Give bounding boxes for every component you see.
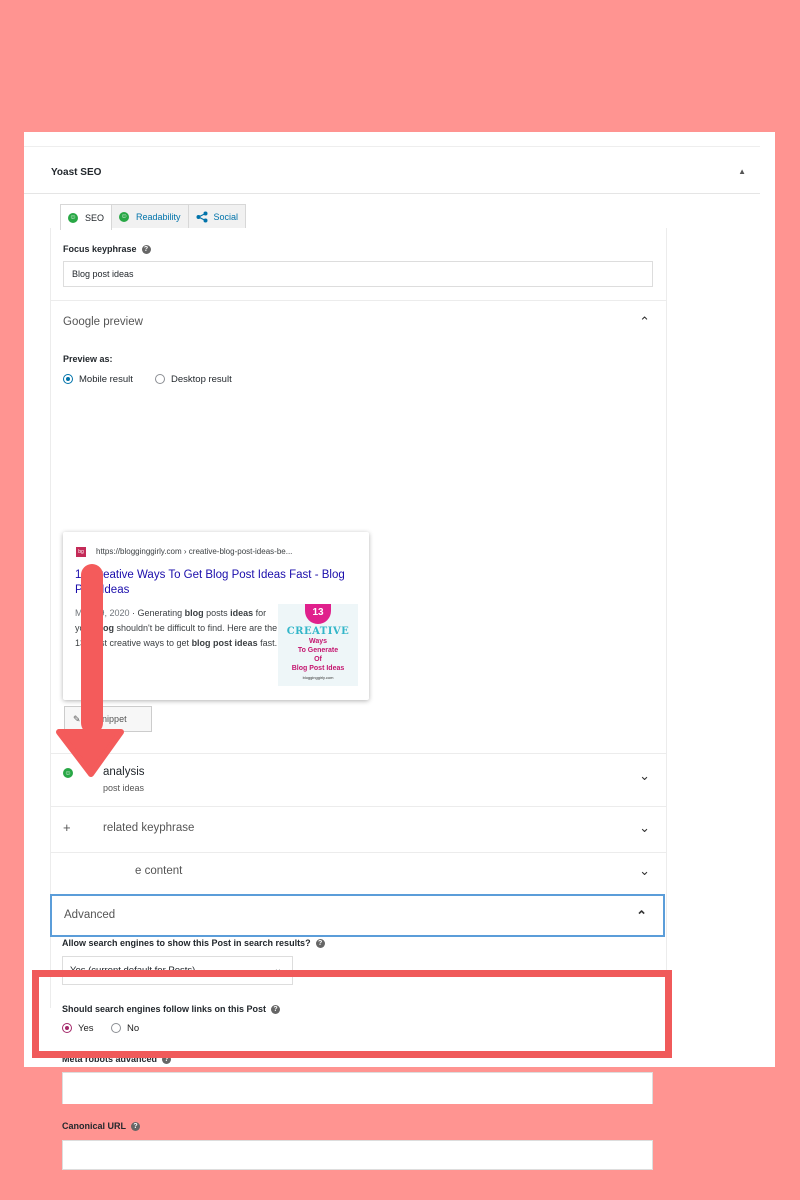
focus-keyphrase-input[interactable]: Blog post ideas: [63, 261, 653, 287]
advanced-title: Advanced: [64, 909, 116, 921]
collapse-caret-icon[interactable]: ▲: [738, 167, 746, 176]
canonical-url-label: Canonical URL?: [62, 1121, 141, 1132]
radio-selected-icon[interactable]: [63, 374, 73, 385]
radio-unselected-icon[interactable]: [155, 374, 165, 385]
desktop-result-option[interactable]: Desktop result: [155, 374, 232, 385]
tab-readability[interactable]: ☺ Readability: [111, 204, 189, 228]
canonical-highlight-box: [32, 970, 672, 1058]
yoast-header[interactable]: Yoast SEO ▲: [24, 146, 760, 194]
help-icon[interactable]: ?: [131, 1122, 141, 1132]
tab-social[interactable]: Social: [187, 204, 247, 228]
chevron-down-icon[interactable]: ⌄: [639, 768, 650, 784]
seo-analysis-subtitle: post ideas: [103, 783, 145, 793]
tab-seo-label: SEO: [85, 212, 105, 223]
meta-robots-input[interactable]: [62, 1072, 653, 1104]
serp-thumbnail: 13 CREATIVE Ways To Generate Of Blog Pos…: [278, 604, 358, 686]
help-icon[interactable]: ?: [141, 245, 151, 255]
tab-bar: ☺ SEO ☺ Readability Social: [60, 204, 247, 230]
tab-social-label: Social: [213, 211, 239, 222]
chevron-down-icon[interactable]: ⌄: [639, 820, 650, 836]
annotation-arrow-icon: [56, 564, 124, 777]
allow-search-label: Allow search engines to show this Post i…: [62, 938, 325, 949]
smiley-icon: ☺: [119, 211, 130, 222]
share-icon: [196, 211, 208, 222]
google-preview-title[interactable]: Google preview: [63, 316, 143, 328]
chevron-up-icon[interactable]: ⌃: [636, 908, 647, 924]
canonical-url-input[interactable]: [62, 1140, 653, 1170]
chevron-up-icon[interactable]: ⌃: [639, 314, 650, 330]
favicon-icon: bg: [76, 547, 86, 557]
chevron-down-icon[interactable]: ⌄: [639, 863, 650, 879]
plus-icon[interactable]: +: [63, 820, 71, 835]
help-icon[interactable]: ?: [315, 939, 325, 949]
tab-readability-label: Readability: [136, 211, 181, 222]
serp-url: https://blogginggirly.com › creative-blo…: [96, 547, 293, 556]
panel-title: Yoast SEO: [51, 167, 102, 178]
mobile-result-option[interactable]: Mobile result: [63, 374, 133, 385]
divider: [51, 852, 666, 853]
smiley-icon: ☺: [68, 212, 78, 223]
divider: [51, 806, 666, 807]
yoast-panel: Yoast SEO ▲ ☺ SEO ☺ Readability Social F…: [24, 132, 775, 1170]
divider: [51, 300, 666, 301]
tab-seo[interactable]: ☺ SEO: [60, 204, 113, 230]
divider: [51, 753, 666, 754]
advanced-section-header[interactable]: Advanced ⌃: [50, 894, 665, 937]
preview-as-label: Preview as:: [63, 354, 113, 364]
focus-keyphrase-label: Focus keyphrase?: [63, 244, 151, 255]
cornerstone-content-title[interactable]: e content: [135, 865, 182, 877]
seo-tab-content: Focus keyphrase? Blog post ideas Google …: [50, 228, 667, 1170]
related-keyphrase-title[interactable]: related keyphrase: [103, 822, 194, 834]
